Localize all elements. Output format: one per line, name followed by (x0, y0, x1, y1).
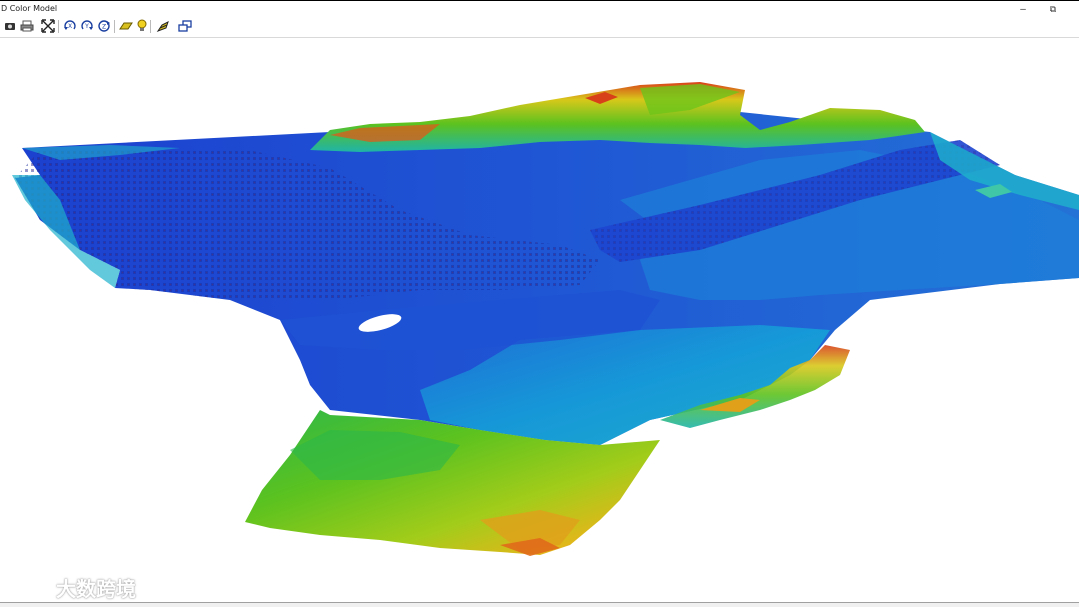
toolbar-separator (114, 20, 115, 33)
title-bar: D Color Model – ⧉ (0, 0, 1079, 17)
rotate-y-icon[interactable]: Y (80, 19, 94, 33)
watermark-logo-icon (11, 578, 48, 595)
light-source-icon[interactable] (119, 19, 133, 33)
camera-icon[interactable] (3, 19, 17, 33)
terrain-model[interactable] (0, 38, 1079, 602)
toolbar-separator (58, 20, 59, 33)
window-icon[interactable] (178, 19, 192, 33)
rotate-x-icon[interactable]: X (63, 19, 77, 33)
toolbar-separator (150, 20, 151, 33)
watermark: 大数跨境 (10, 573, 136, 602)
3d-viewport[interactable] (0, 38, 1079, 602)
rotate-z-icon[interactable]: Z (97, 19, 111, 33)
svg-text:Y: Y (84, 23, 89, 30)
toolbar: X Y Z (0, 17, 1079, 38)
svg-text:Z: Z (102, 24, 106, 31)
wireframe-icon[interactable] (156, 19, 170, 33)
window-title: D Color Model (1, 4, 58, 13)
svg-text:X: X (68, 23, 72, 30)
minimize-button[interactable]: – (1011, 1, 1035, 18)
watermark-text: 大数跨境 (56, 577, 136, 601)
print-icon[interactable] (20, 19, 34, 33)
bulb-icon[interactable] (135, 19, 149, 33)
status-bar (0, 602, 1079, 607)
zoom-extents-icon[interactable] (41, 19, 55, 33)
restore-button[interactable]: ⧉ (1041, 1, 1065, 18)
